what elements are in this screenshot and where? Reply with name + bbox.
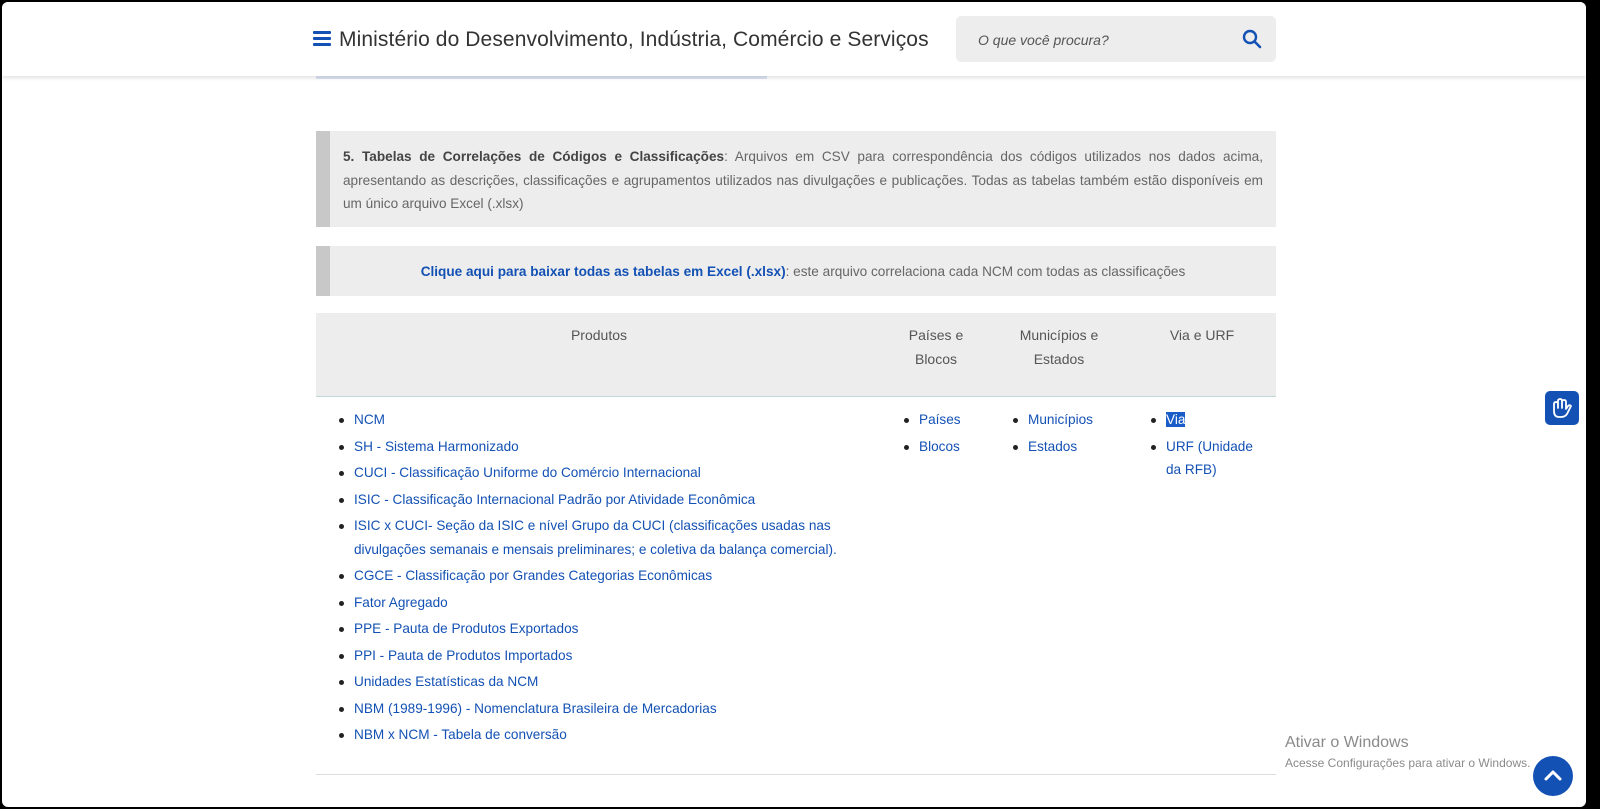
- list-item: NBM x NCM - Tabela de conversão: [338, 723, 868, 747]
- list-item: Municípios: [1012, 408, 1122, 432]
- list-item: SH - Sistema Harmonizado: [338, 435, 868, 459]
- chevron-up-icon: [1544, 770, 1562, 781]
- list-item: NCM: [338, 408, 868, 432]
- list-item: CGCE - Classificação por Grandes Categor…: [338, 564, 868, 588]
- paises-list: Países Blocos: [903, 408, 983, 461]
- paises-link[interactable]: Países: [919, 412, 961, 427]
- produto-link-unidades[interactable]: Unidades Estatísticas da NCM: [354, 674, 538, 689]
- urf-link[interactable]: URF (Unidade da RFB): [1166, 439, 1253, 478]
- list-item: ISIC x CUCI- Seção da ISIC e nível Grupo…: [338, 514, 868, 561]
- site-header: Ministério do Desenvolvimento, Indústria…: [2, 2, 1586, 76]
- column-header-paises: Países e Blocos: [908, 327, 964, 367]
- produto-link-cgce[interactable]: CGCE - Classificação por Grandes Categor…: [354, 568, 712, 583]
- header-underline: [316, 76, 767, 79]
- list-item: Estados: [1012, 435, 1122, 459]
- browser-window: 5. Tabelas de Correlações de Códigos e C…: [2, 2, 1586, 807]
- download-note: : este arquivo correlaciona cada NCM com…: [785, 264, 1186, 279]
- column-header-municipios: Municípios e Estados: [1019, 327, 1099, 367]
- produto-link-sh[interactable]: SH - Sistema Harmonizado: [354, 439, 519, 454]
- list-item: Via: [1150, 408, 1260, 432]
- accent-bar: [316, 246, 330, 296]
- download-excel-link[interactable]: Clique aqui para baixar todas as tabelas…: [421, 264, 786, 279]
- back-to-top-button[interactable]: [1533, 756, 1573, 796]
- search-icon[interactable]: [1242, 29, 1262, 49]
- produto-link-isic-cuci[interactable]: ISIC x CUCI- Seção da ISIC e nível Grupo…: [354, 518, 837, 557]
- divider: [316, 774, 1276, 775]
- produto-link-ppi[interactable]: PPI - Pauta de Produtos Importados: [354, 648, 572, 663]
- page-content: 5. Tabelas de Correlações de Códigos e C…: [2, 2, 1586, 807]
- produtos-list: NCM SH - Sistema Harmonizado CUCI - Clas…: [338, 408, 868, 750]
- column-header-produtos: Produtos: [570, 327, 628, 343]
- site-title[interactable]: Ministério do Desenvolvimento, Indústria…: [339, 28, 929, 52]
- list-item: PPI - Pauta de Produtos Importados: [338, 644, 868, 668]
- list-item: Blocos: [903, 435, 983, 459]
- via-list: Via URF (Unidade da RFB): [1150, 408, 1260, 485]
- list-item: Fator Agregado: [338, 591, 868, 615]
- produto-link-nbm[interactable]: NBM (1989-1996) - Nomenclatura Brasileir…: [354, 701, 717, 716]
- via-link[interactable]: Via: [1166, 412, 1186, 427]
- list-item: Unidades Estatísticas da NCM: [338, 670, 868, 694]
- menu-icon[interactable]: [313, 31, 331, 47]
- accent-bar: [316, 131, 330, 227]
- list-item: Países: [903, 408, 983, 432]
- list-item: CUCI - Classificação Uniforme do Comérci…: [338, 461, 868, 485]
- list-item: ISIC - Classificação Internacional Padrã…: [338, 488, 868, 512]
- windows-activation-title: Ativar o Windows: [1285, 734, 1409, 751]
- produto-link-ncm[interactable]: NCM: [354, 412, 385, 427]
- municipios-link[interactable]: Municípios: [1028, 412, 1093, 427]
- section-description: 5. Tabelas de Correlações de Códigos e C…: [343, 145, 1263, 216]
- sign-language-icon[interactable]: [1545, 391, 1579, 425]
- produto-link-fator-agregado[interactable]: Fator Agregado: [354, 595, 448, 610]
- produto-link-nbm-ncm[interactable]: NBM x NCM - Tabela de conversão: [354, 727, 567, 742]
- estados-link[interactable]: Estados: [1028, 439, 1077, 454]
- section-heading: 5. Tabelas de Correlações de Códigos e C…: [343, 149, 725, 164]
- municipios-list: Municípios Estados: [1012, 408, 1122, 461]
- download-line: Clique aqui para baixar todas as tabelas…: [330, 264, 1276, 279]
- produto-link-isic[interactable]: ISIC - Classificação Internacional Padrã…: [354, 492, 755, 507]
- produto-link-cuci[interactable]: CUCI - Classificação Uniforme do Comérci…: [354, 465, 701, 480]
- search-box: [956, 16, 1276, 62]
- blocos-link[interactable]: Blocos: [919, 439, 960, 454]
- column-header-via: Via e URF: [1169, 327, 1235, 343]
- produto-link-ppe[interactable]: PPE - Pauta de Produtos Exportados: [354, 621, 578, 636]
- list-item: URF (Unidade da RFB): [1150, 435, 1260, 482]
- list-item: PPE - Pauta de Produtos Exportados: [338, 617, 868, 641]
- list-item: NBM (1989-1996) - Nomenclatura Brasileir…: [338, 697, 868, 721]
- windows-activation-subtitle: Acesse Configurações para ativar o Windo…: [1285, 756, 1531, 770]
- search-input[interactable]: [976, 29, 1230, 51]
